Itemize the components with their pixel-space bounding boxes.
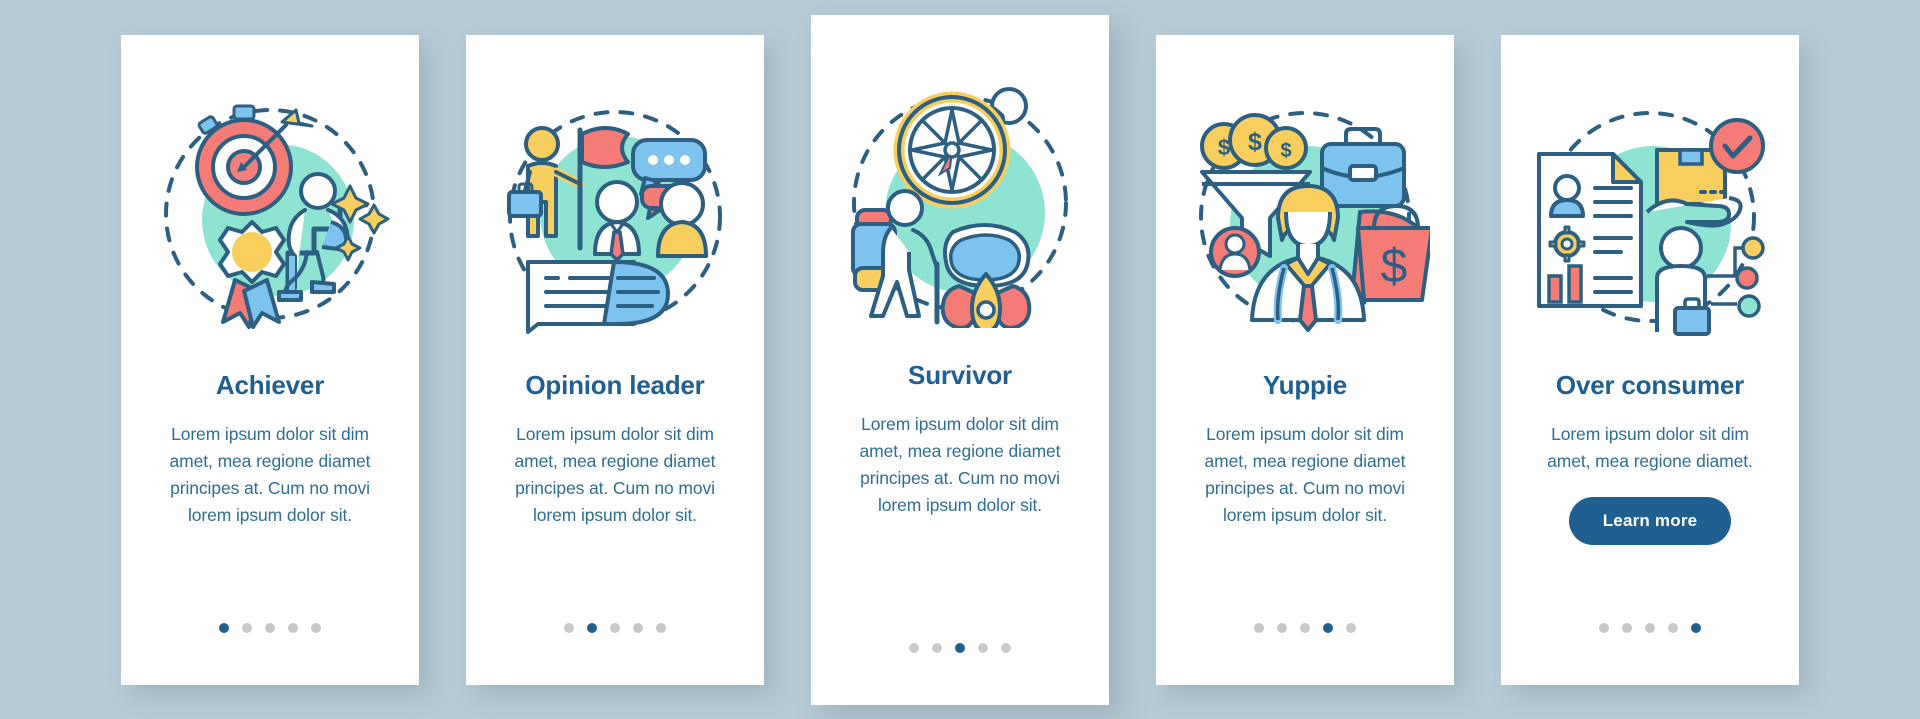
pagination-dots[interactable] bbox=[811, 642, 1109, 653]
card-title: Opinion leader bbox=[525, 369, 705, 400]
pagination-dot-3[interactable] bbox=[265, 622, 275, 633]
onboarding-card-survivor[interactable]: Survivor Lorem ipsum dolor sit dim amet,… bbox=[811, 14, 1109, 705]
onboarding-card-over-consumer[interactable]: Over consumer Lorem ipsum dolor sit dim … bbox=[1501, 34, 1799, 685]
onboarding-screens: Achiever Lorem ipsum dolor sit dim amet,… bbox=[0, 0, 1920, 719]
svg-text:$: $ bbox=[1381, 240, 1408, 293]
pagination-dot-1[interactable] bbox=[1254, 622, 1264, 633]
pagination-dots[interactable] bbox=[1156, 622, 1454, 633]
pagination-dot-5[interactable] bbox=[311, 622, 321, 633]
learn-more-button[interactable]: Learn more bbox=[1568, 497, 1732, 546]
card-body: Lorem ipsum dolor sit dim amet, mea regi… bbox=[1204, 424, 1406, 526]
card-body: Lorem ipsum dolor sit dim amet, mea regi… bbox=[169, 424, 371, 526]
pagination-dots[interactable] bbox=[1501, 622, 1799, 633]
illustration-opinion-leader bbox=[490, 77, 740, 357]
pagination-dot-4[interactable] bbox=[1668, 622, 1678, 633]
svg-text:$: $ bbox=[1248, 128, 1262, 156]
pagination-dot-2[interactable] bbox=[1277, 622, 1287, 633]
pagination-dot-5[interactable] bbox=[1001, 642, 1011, 653]
pagination-dot-5[interactable] bbox=[1346, 622, 1356, 633]
pagination-dot-2[interactable] bbox=[1622, 622, 1632, 633]
pagination-dot-2[interactable] bbox=[587, 622, 597, 633]
card-title: Survivor bbox=[908, 359, 1012, 390]
onboarding-card-yuppie[interactable]: $ $ $ $ Yuppie Lorem ipsum dolor sit dim… bbox=[1156, 34, 1454, 685]
illustration-over-consumer bbox=[1525, 77, 1775, 357]
pagination-dot-1[interactable] bbox=[564, 622, 574, 633]
pagination-dot-4[interactable] bbox=[978, 642, 988, 653]
pagination-dot-5[interactable] bbox=[1691, 622, 1701, 633]
card-body: Lorem ipsum dolor sit dim amet, mea regi… bbox=[1547, 424, 1753, 472]
illustration-achiever bbox=[145, 77, 395, 357]
pagination-dots[interactable] bbox=[466, 622, 764, 633]
pagination-dot-2[interactable] bbox=[932, 642, 942, 653]
pagination-dot-1[interactable] bbox=[909, 642, 919, 653]
pagination-dot-4[interactable] bbox=[288, 622, 298, 633]
illustration-survivor bbox=[835, 63, 1085, 343]
pagination-dots[interactable] bbox=[121, 622, 419, 633]
pagination-dot-4[interactable] bbox=[633, 622, 643, 633]
pagination-dot-3[interactable] bbox=[610, 622, 620, 633]
onboarding-card-achiever[interactable]: Achiever Lorem ipsum dolor sit dim amet,… bbox=[121, 34, 419, 685]
card-body: Lorem ipsum dolor sit dim amet, mea regi… bbox=[514, 424, 716, 526]
pagination-dot-4[interactable] bbox=[1323, 622, 1333, 633]
pagination-dot-3[interactable] bbox=[1300, 622, 1310, 633]
pagination-dot-1[interactable] bbox=[219, 622, 229, 633]
onboarding-card-opinion-leader[interactable]: Opinion leader Lorem ipsum dolor sit dim… bbox=[466, 34, 764, 685]
pagination-dot-2[interactable] bbox=[242, 622, 252, 633]
card-title: Yuppie bbox=[1262, 369, 1348, 400]
pagination-dot-5[interactable] bbox=[656, 622, 666, 633]
svg-text:$: $ bbox=[1280, 140, 1291, 162]
pagination-dot-1[interactable] bbox=[1599, 622, 1609, 633]
card-body: Lorem ipsum dolor sit dim amet, mea regi… bbox=[859, 414, 1061, 516]
card-title: Over consumer bbox=[1555, 369, 1745, 400]
card-title: Achiever bbox=[215, 369, 325, 400]
illustration-yuppie: $ $ $ $ bbox=[1180, 77, 1430, 357]
pagination-dot-3[interactable] bbox=[955, 642, 965, 653]
pagination-dot-3[interactable] bbox=[1645, 622, 1655, 633]
